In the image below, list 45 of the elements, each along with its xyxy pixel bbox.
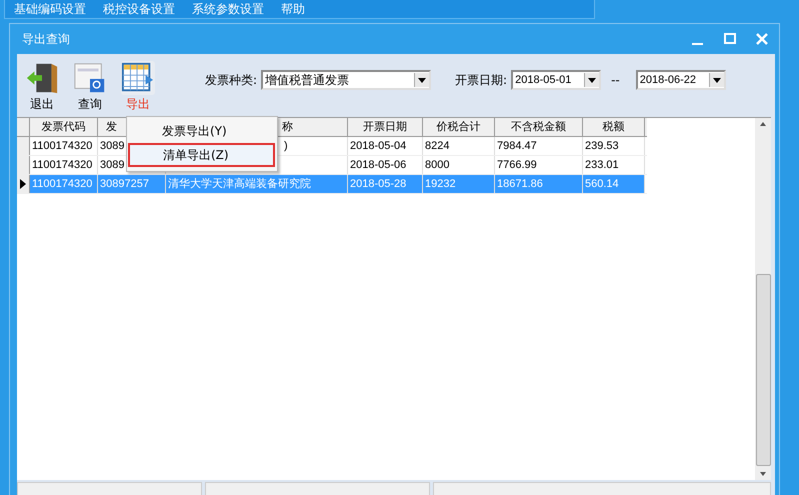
table-export-icon [121, 61, 155, 95]
table-cell: 8000 [425, 159, 450, 171]
row-pointer-icon [20, 179, 26, 189]
date-to-picker[interactable]: 2018-06-22 [636, 70, 726, 90]
menu-item[interactable]: 帮助 [281, 2, 305, 16]
menu-item[interactable]: 税控设备设置 [103, 2, 175, 16]
date-separator: -- [611, 73, 620, 87]
window-title: 导出查询 [22, 30, 70, 48]
table-cell: 30897257 [100, 178, 149, 190]
table-cell: 1100174320 [32, 140, 92, 152]
table-cell: 239.53 [585, 140, 619, 152]
window-search-icon [73, 61, 107, 95]
table-cell: 7984.47 [497, 140, 537, 152]
table-cell: ) [284, 140, 288, 152]
table-cell: 560.14 [585, 178, 619, 190]
date-label: 开票日期: [455, 72, 508, 88]
table-cell: 2018-05-28 [350, 178, 406, 190]
table-cell: 2018-05-06 [350, 159, 406, 171]
table-cell: 7766.99 [497, 159, 537, 171]
column-header[interactable]: 开票日期 [348, 118, 423, 136]
column-header[interactable]: 价税合计 [423, 118, 495, 136]
column-header[interactable]: 税额 [583, 118, 645, 136]
toolbar-button[interactable]: 退出 [23, 60, 61, 114]
vertical-scrollbar[interactable] [755, 118, 771, 480]
invoice-type-label: 发票种类: [205, 72, 258, 88]
column-header[interactable]: 发票代码 [30, 118, 98, 136]
table-cell: 清华大学天津高端装备研究院 [168, 178, 311, 190]
column-header[interactable]: 不含税金额 [495, 118, 583, 136]
date-from-picker[interactable]: 2018-05-01 [511, 70, 602, 90]
table-cell: 3089 [100, 140, 124, 152]
menu-item[interactable]: 系统参数设置 [192, 2, 264, 16]
table-cell: 8224 [425, 140, 450, 152]
table-cell: 19232 [425, 178, 456, 190]
toolbar-button[interactable]: 查询 [71, 60, 109, 114]
table-cell: 1100174320 [32, 159, 92, 171]
table-cell: 3089 [100, 159, 124, 171]
invoice-type-dropdown[interactable]: 增值税普通发票 [261, 70, 432, 90]
menu-item[interactable]: 基础编码设置 [14, 2, 86, 16]
table-cell: 233.01 [585, 159, 619, 171]
table-cell: 18671.86 [497, 178, 543, 190]
table-cell: 2018-05-04 [350, 140, 406, 152]
menu-item[interactable]: 清单导出(Z) [128, 143, 275, 167]
menu-item[interactable]: 发票导出(Y) [129, 121, 275, 141]
table-cell: 1100174320 [32, 178, 92, 190]
door-icon [25, 61, 59, 95]
